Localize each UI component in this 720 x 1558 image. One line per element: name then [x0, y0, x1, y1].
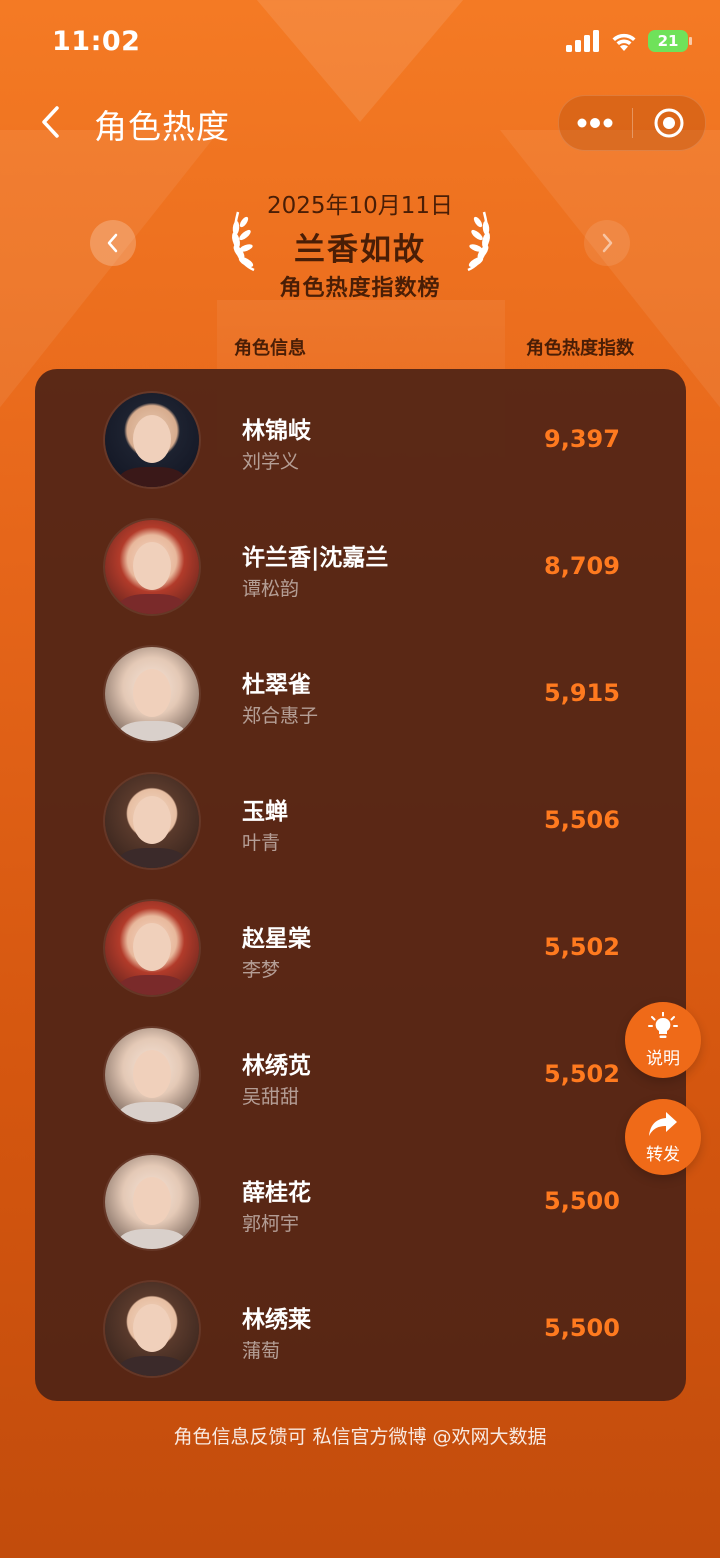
ranking-row[interactable]: 许兰香|沈嘉兰 谭松韵 8,709: [35, 496, 686, 623]
nav-bar: 角色热度: [0, 86, 720, 162]
actor-name: 叶青: [242, 832, 281, 854]
avatar: [105, 901, 199, 995]
ranking-date: 2025年10月11日: [266, 193, 454, 219]
character-name: 林锦岐: [242, 418, 311, 444]
actor-name: 郭柯宇: [242, 1213, 300, 1235]
ranking-header: 2025年10月11日 兰香如故 角色热度指数榜: [0, 178, 720, 308]
avatar: [105, 1282, 199, 1376]
more-dots-icon: [577, 118, 613, 128]
page-title: 角色热度: [94, 107, 230, 146]
close-miniprogram-button[interactable]: [633, 96, 706, 150]
avatar: [105, 1028, 199, 1122]
avatar: [105, 647, 199, 741]
ranking-row[interactable]: 薛桂花 郭柯宇 5,500: [35, 1131, 686, 1258]
character-name: 赵星棠: [242, 926, 311, 952]
character-name: 许兰香|沈嘉兰: [242, 545, 389, 571]
actor-name: 刘学义: [242, 451, 300, 473]
share-label: 转发: [646, 1144, 680, 1165]
character-name: 玉蝉: [242, 799, 288, 825]
ranking-subtitle: 角色热度指数榜: [279, 276, 441, 301]
avatar: [105, 393, 199, 487]
actor-name: 郑合惠子: [242, 705, 319, 727]
heat-index-value: 5,500: [544, 1187, 620, 1215]
heat-index-value: 9,397: [544, 425, 620, 453]
avatar: [105, 774, 199, 868]
mini-program-capsule: [558, 95, 706, 151]
heat-index-value: 5,915: [544, 679, 620, 707]
ranking-row[interactable]: 林绣苋 吴甜甜 5,502: [35, 1004, 686, 1131]
character-name: 杜翠雀: [242, 672, 311, 698]
share-arrow-icon: [649, 1111, 677, 1136]
character-name: 薛桂花: [242, 1180, 311, 1206]
avatar: [105, 520, 199, 614]
heat-index-value: 5,502: [544, 933, 620, 961]
explain-button[interactable]: 说明: [625, 1002, 701, 1078]
status-bar: 11:02 21: [0, 0, 720, 86]
ranking-row[interactable]: 林绣莱 蒲萄 5,500: [35, 1258, 686, 1385]
ranking-row[interactable]: 玉蝉 叶青 5,506: [35, 750, 686, 877]
ranking-row[interactable]: 杜翠雀 郑合惠子 5,915: [35, 623, 686, 750]
back-button[interactable]: [30, 102, 70, 142]
target-circle-icon: [654, 108, 684, 138]
heat-index-value: 5,500: [544, 1314, 620, 1342]
actor-name: 李梦: [242, 959, 281, 981]
share-button[interactable]: 转发: [625, 1099, 701, 1175]
status-icons: 21: [566, 30, 692, 52]
lightbulb-icon: [648, 1011, 678, 1038]
heat-index-value: 8,709: [544, 552, 620, 580]
actor-name: 吴甜甜: [242, 1086, 300, 1108]
ranking-row[interactable]: 赵星棠 李梦 5,502: [35, 877, 686, 1004]
more-button[interactable]: [559, 96, 632, 150]
column-header-role-info: 角色信息: [234, 338, 306, 359]
character-name: 林绣苋: [242, 1053, 311, 1079]
heat-index-value: 5,506: [544, 806, 620, 834]
column-header-heat-index: 角色热度指数: [526, 338, 634, 359]
explain-label: 说明: [646, 1048, 680, 1069]
show-title: 兰香如故: [294, 232, 426, 268]
actor-name: 谭松韵: [242, 578, 300, 600]
chevron-left-icon: [42, 106, 59, 138]
signal-icon: [566, 30, 599, 52]
character-name: 林绣莱: [242, 1307, 311, 1333]
battery-icon: 21: [648, 30, 692, 52]
ranking-row[interactable]: 林锦岐 刘学义 9,397: [35, 369, 686, 496]
battery-level: 21: [657, 32, 679, 50]
footer-note: 角色信息反馈可 私信官方微博 @欢网大数据: [173, 1426, 547, 1448]
wifi-icon: [612, 33, 636, 51]
avatar: [105, 1155, 199, 1249]
status-time: 11:02: [52, 26, 141, 57]
ranking-list: 林锦岐 刘学义 9,397 许兰香|沈嘉兰 谭松韵 8,709 杜翠雀 郑合惠子…: [35, 369, 686, 1401]
actor-name: 蒲萄: [242, 1340, 281, 1362]
